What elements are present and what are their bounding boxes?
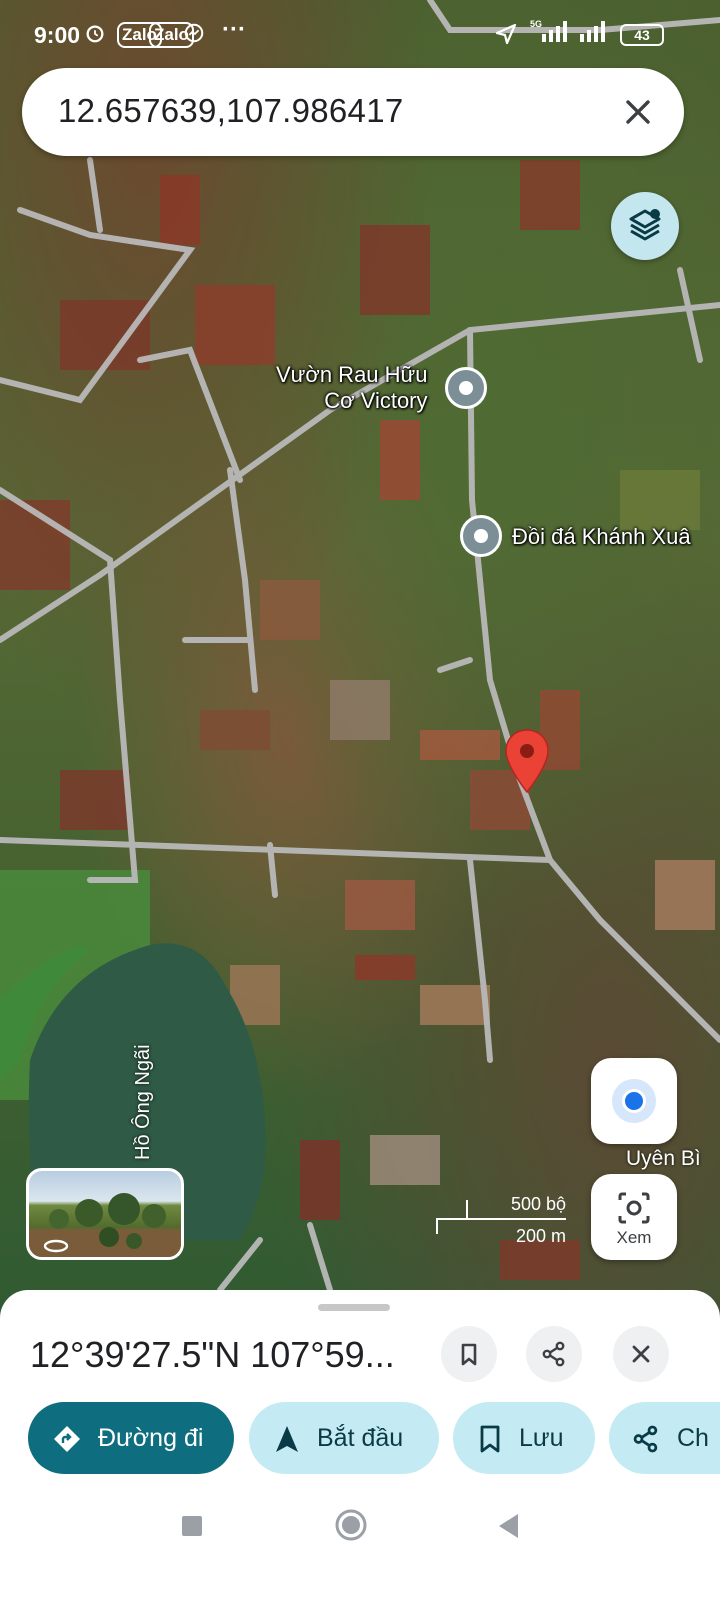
signal-icon: 5G — [528, 18, 572, 49]
save-label: Lưu — [519, 1424, 564, 1452]
scale-metric: 200 m — [515, 1226, 566, 1246]
close-icon — [632, 1345, 650, 1363]
layers-icon — [629, 209, 661, 241]
place-label[interactable]: Vườn Rau Hữu Cơ Victory — [276, 362, 428, 414]
save-chip[interactable]: Lưu — [453, 1402, 595, 1474]
my-location-icon — [622, 1089, 646, 1113]
dropped-pin-icon[interactable] — [503, 728, 551, 794]
rotate-360-icon — [43, 1239, 69, 1253]
alarm-icon — [84, 22, 106, 49]
share-label: Ch — [677, 1424, 709, 1452]
street-view-button[interactable]: Xem — [591, 1174, 677, 1260]
bookmark-icon — [461, 1343, 477, 1366]
scale-bar — [436, 1218, 566, 1220]
network-type-label: 5G — [530, 19, 542, 29]
place-name-line: Vườn Rau Hữu — [276, 362, 428, 387]
square-icon — [182, 1516, 202, 1536]
location-arrow-icon — [494, 22, 518, 51]
layers-button[interactable] — [611, 192, 679, 260]
save-button[interactable] — [441, 1326, 497, 1382]
close-button[interactable] — [613, 1326, 669, 1382]
start-button[interactable]: Bắt đầu — [249, 1402, 439, 1474]
back-button[interactable] — [496, 1512, 522, 1545]
camera-icon — [618, 1192, 650, 1224]
search-bar[interactable]: 12.657639,107.986417 — [22, 68, 684, 156]
lake-label: Hồ Ông Ngãi — [132, 1044, 154, 1160]
back-triangle-icon — [499, 1514, 518, 1538]
share-icon — [542, 1341, 565, 1367]
directions-button[interactable]: Đường đi — [28, 1402, 234, 1474]
place-label[interactable]: Đồi đá Khánh Xuâ — [512, 524, 691, 550]
place-name-line: Cơ Victory — [324, 388, 428, 413]
place-pin-icon[interactable] — [445, 367, 487, 409]
drag-handle[interactable] — [318, 1304, 390, 1311]
start-label: Bắt đầu — [317, 1424, 404, 1452]
bookmark-icon — [480, 1425, 500, 1453]
messenger-icon — [183, 22, 205, 49]
share-button[interactable] — [526, 1326, 582, 1382]
status-time: 9:00 — [34, 22, 81, 48]
scale-tick — [466, 1200, 468, 1218]
more-icon: ··· — [222, 16, 246, 43]
directions-label: Đường đi — [98, 1424, 204, 1452]
close-icon[interactable] — [614, 88, 662, 136]
scale-imperial: 500 bộ — [510, 1194, 566, 1214]
search-query[interactable]: 12.657639,107.986417 — [58, 92, 404, 130]
street-view-thumbnail[interactable] — [26, 1168, 184, 1260]
share-icon — [633, 1425, 658, 1453]
recents-button[interactable] — [180, 1514, 204, 1543]
view-label: Xem — [616, 1228, 652, 1247]
my-location-button[interactable] — [591, 1058, 677, 1144]
map-scale: 500 bộ 200 m — [436, 1194, 566, 1250]
status-bar: 9:00 Zalo Zalo ··· 5G 43 — [0, 0, 720, 70]
home-button[interactable] — [334, 1508, 368, 1547]
place-pin-icon[interactable] — [460, 515, 502, 557]
battery-indicator: 43 — [620, 24, 664, 46]
scale-tick — [436, 1218, 438, 1234]
navigation-arrow-icon — [276, 1426, 298, 1452]
coordinates-title: 12°39'27.5"N 107°59... — [30, 1334, 395, 1375]
satellite-map[interactable]: 9:00 Zalo Zalo ··· 5G 43 12.657639,107.9… — [0, 0, 720, 1340]
signal-icon — [578, 18, 610, 49]
home-circle-icon — [335, 1509, 367, 1541]
place-name-line: Uyên Bì — [626, 1147, 701, 1170]
system-nav-bar — [0, 1490, 720, 1599]
share-chip[interactable]: Ch — [609, 1402, 720, 1474]
directions-icon — [54, 1426, 80, 1452]
